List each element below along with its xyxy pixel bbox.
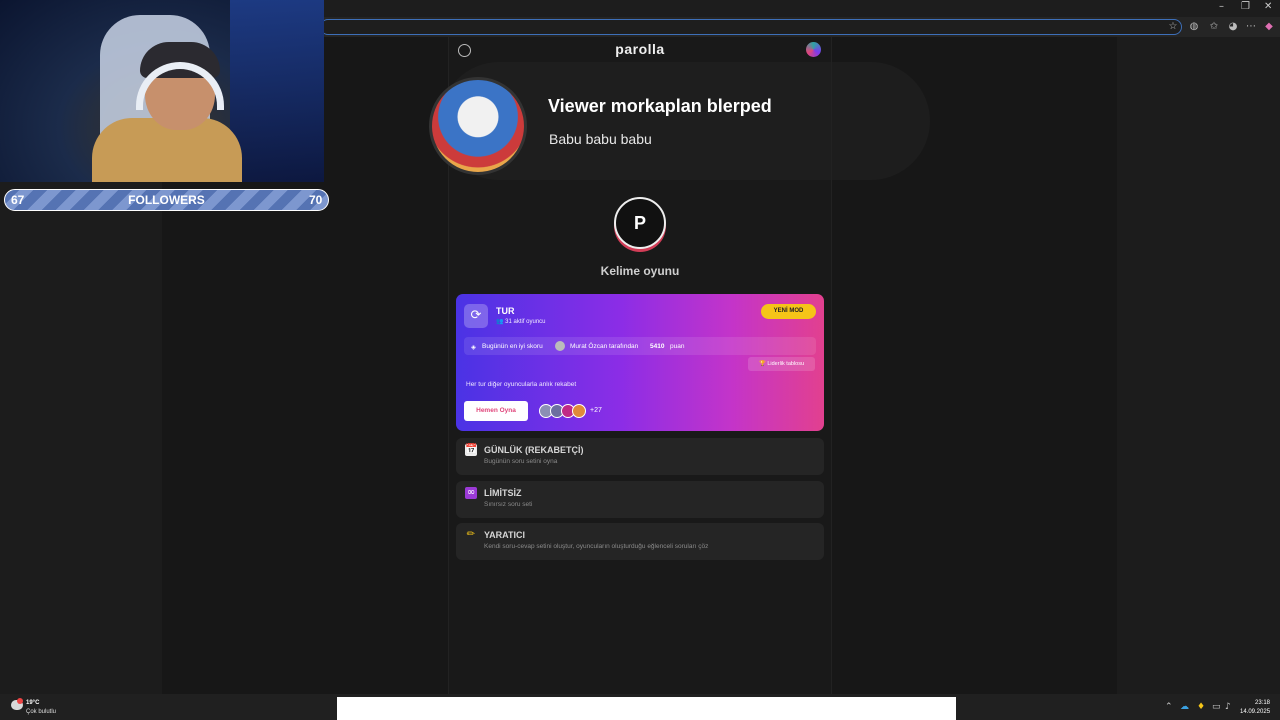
play-now-button[interactable]: Hemen Oyna: [464, 401, 528, 421]
weather-desc[interactable]: Çok bulutlu: [26, 709, 56, 715]
refresh-icon: ⟳: [464, 304, 488, 328]
alert-avatar-image: [429, 77, 527, 175]
language-globe-icon[interactable]: [458, 44, 471, 57]
card-description: Her tur diğer oyuncularla anlık rekabet: [466, 381, 577, 388]
address-bar[interactable]: [320, 19, 1182, 35]
trophy-icon: ◈: [471, 344, 476, 351]
user-avatar[interactable]: [806, 42, 821, 57]
more-players-count: +27: [590, 407, 602, 414]
mode-creator-title: YARATICI: [484, 530, 526, 540]
extension-icon[interactable]: ◍: [1187, 20, 1201, 34]
score-label: Bugünün en iyi skoru: [482, 343, 543, 350]
score-value: 5410: [650, 343, 665, 350]
app-logo: P: [614, 197, 666, 249]
restore-button[interactable]: ❐: [1241, 1, 1250, 12]
alert-title: Viewer morkaplan blerped: [548, 96, 772, 116]
webcam-background-light: [230, 0, 324, 182]
mode-unlimited-title: LİMİTSİZ: [484, 488, 522, 498]
active-players: 👥 31 aktif oyuncu: [496, 318, 546, 325]
app-subtitle: Kelime oyunu: [600, 264, 680, 278]
mode-unlimited-subtitle: Sınırsız soru seti: [484, 501, 533, 508]
weather-alert-icon: [17, 698, 23, 704]
card-title: TUR: [496, 306, 515, 316]
active-players-label: 31 aktif oyuncu: [505, 319, 546, 325]
alert-message: Babu babu babu: [549, 131, 652, 147]
followers-goal: 70: [309, 193, 323, 207]
pencil-icon: ✏: [466, 529, 476, 540]
app-brand[interactable]: parolla: [590, 41, 690, 57]
mode-unlimited[interactable]: [456, 481, 824, 518]
player-avatar: [572, 404, 586, 418]
copilot-icon[interactable]: ◆: [1262, 20, 1276, 34]
volume-icon[interactable]: ♪: [1225, 702, 1231, 712]
top-player-avatar: [555, 341, 565, 351]
mode-daily[interactable]: [456, 438, 824, 475]
mic-icon[interactable]: ♦: [1197, 702, 1205, 712]
mode-creator[interactable]: [456, 523, 824, 560]
users-icon: 👥: [496, 319, 506, 325]
calendar-icon: 📅: [465, 444, 478, 456]
favorites-icon[interactable]: ✩: [1207, 20, 1221, 34]
profile-icon[interactable]: ◕: [1226, 20, 1240, 34]
more-menu-icon[interactable]: ⋯: [1244, 20, 1258, 34]
taskbar-blank-region: [337, 697, 956, 720]
score-unit: puan: [670, 343, 685, 350]
weather-temp[interactable]: 19°C: [26, 700, 39, 706]
mode-daily-subtitle: Bugünün soru setini oyna: [484, 458, 558, 465]
page-right-gutter: [1117, 37, 1280, 694]
network-icon[interactable]: ▭: [1212, 702, 1221, 712]
mode-daily-title: GÜNLÜK (REKABETÇİ): [484, 445, 584, 455]
tray-expand-icon[interactable]: ⌃: [1165, 702, 1173, 712]
leaderboard-button[interactable]: 🏆 Liderlik tablosu: [748, 357, 815, 371]
star-icon[interactable]: ☆: [1166, 20, 1180, 34]
followers-label: FOLLOWERS: [128, 193, 205, 207]
onedrive-icon[interactable]: ☁: [1180, 702, 1189, 712]
infinity-icon: ∞: [465, 487, 477, 499]
mode-creator-subtitle: Kendi soru-cevap setini oluştur, oyuncul…: [484, 543, 709, 550]
leaderboard-label: Liderlik tablosu: [767, 361, 805, 367]
clock-date[interactable]: 14.09.2025: [1240, 709, 1270, 715]
score-by: Murat Özcan tarafından: [570, 343, 639, 350]
new-mode-badge: YENİ MOD: [761, 304, 816, 319]
clock-time[interactable]: 23:18: [1240, 700, 1270, 706]
webcam-overlay: [0, 0, 324, 182]
close-button[interactable]: ✕: [1264, 1, 1272, 12]
minimize-button[interactable]: –: [1219, 1, 1224, 12]
